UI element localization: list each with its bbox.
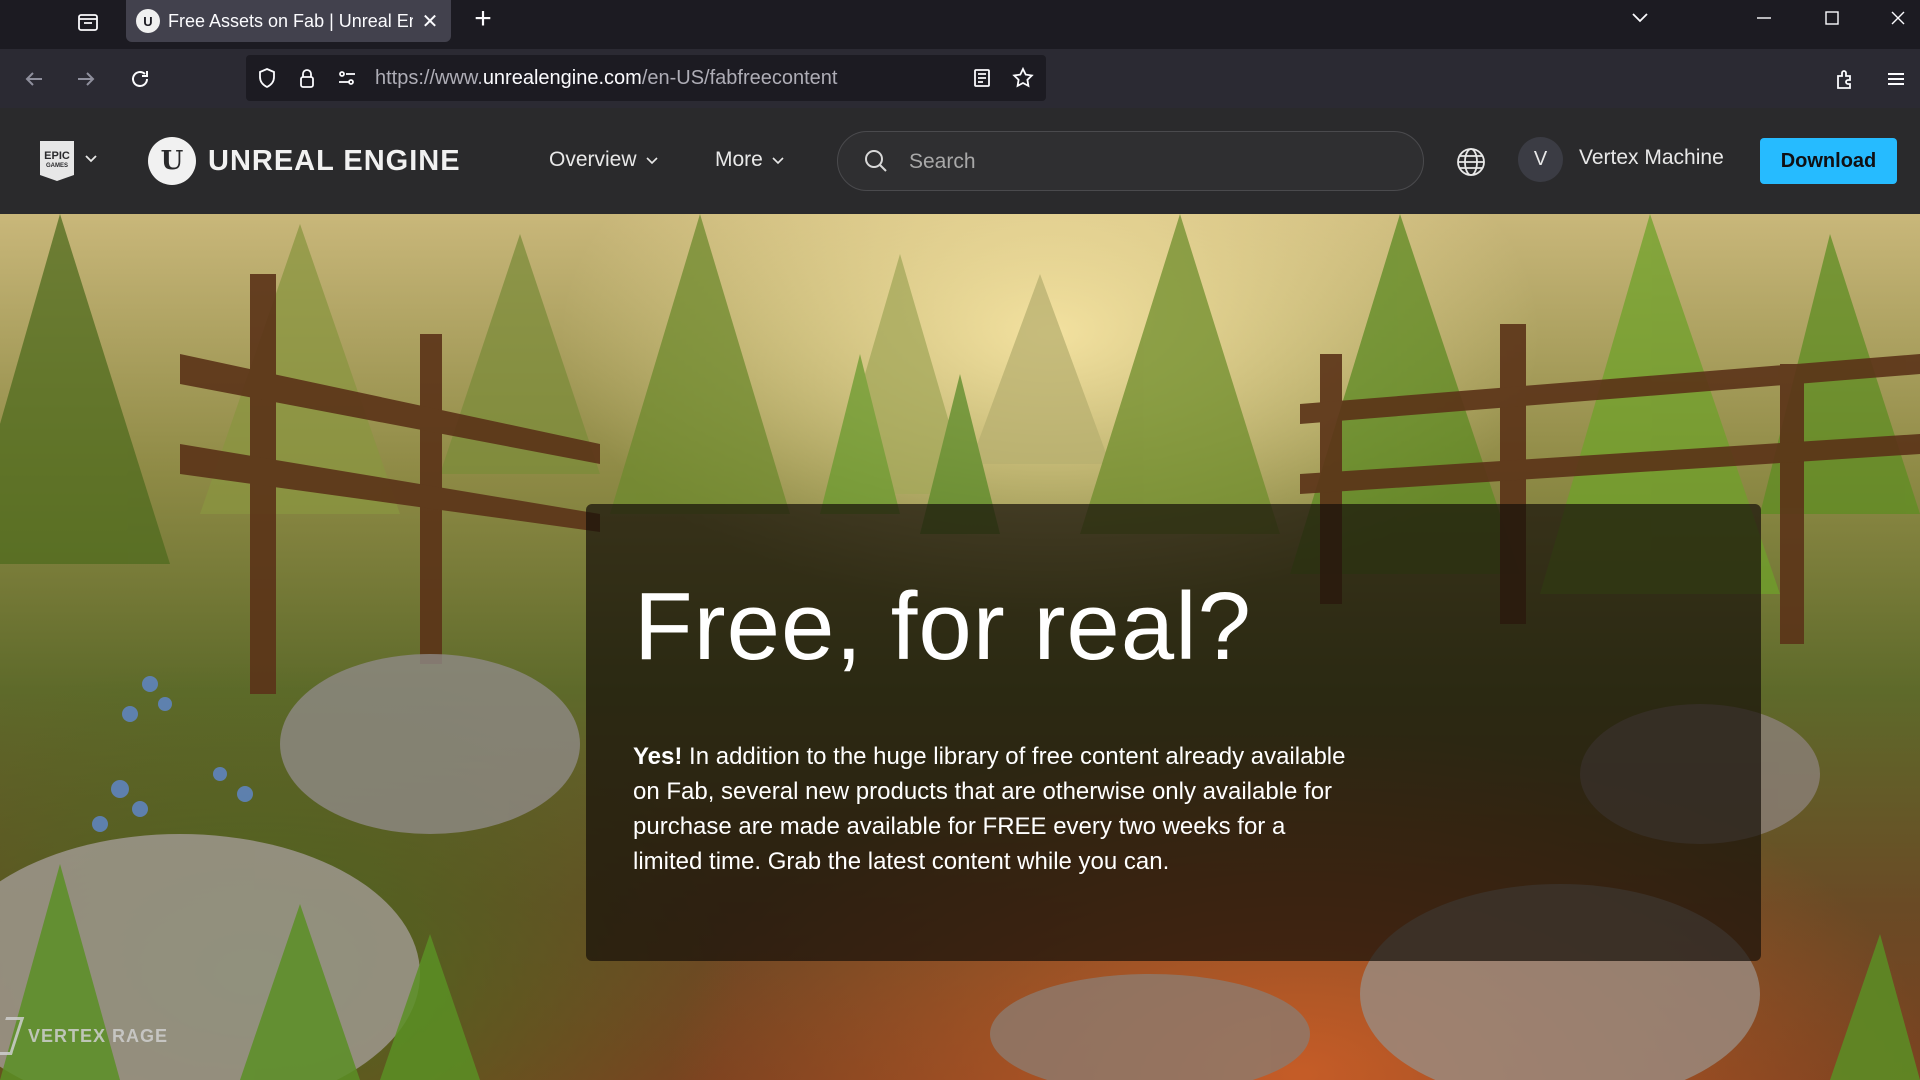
browser-tab-active[interactable]: U Free Assets on Fab | Unreal Engine ✕ [126,0,451,42]
hero-card: Free, for real? Yes! In addition to the … [586,504,1761,961]
site-header: EPIC GAMES U UNREAL ENGINE Overview More… [0,108,1920,214]
menu-more-label: More [715,148,763,171]
unreal-engine-logo[interactable]: U UNREAL ENGINE [148,137,461,185]
tab-title: Free Assets on Fab | Unreal Engine [168,10,413,31]
unreal-wordmark: UNREAL ENGINE [208,144,461,177]
forward-arrow-icon[interactable] [66,59,106,99]
epic-logo-line2: GAMES [45,163,68,169]
url-scheme: https://www. [375,67,483,89]
extensions-icon[interactable] [1825,59,1865,99]
new-tab-button[interactable]: + [465,2,501,38]
vertex-rage-watermark: VERTEX RAGE [0,1017,168,1055]
browser-nav-bar: https://www.unrealengine.com/en-US/fabfr… [0,49,1920,108]
unreal-engine-favicon-icon: U [136,9,160,33]
tab-close-icon[interactable]: ✕ [419,9,441,34]
hero-body-lead: Yes! [633,743,683,770]
hamburger-menu-icon[interactable] [1876,59,1916,99]
unreal-mark-icon: U [148,137,196,185]
menu-overview-label: Overview [549,148,637,171]
user-name[interactable]: Vertex Machine [1579,146,1724,170]
epic-logo-line1: EPIC [44,150,70,162]
url-host: unrealengine.com [482,67,642,89]
tab-list-icon[interactable] [70,4,106,40]
search-icon [865,150,887,172]
watermark-text: VERTEX RAGE [28,1025,169,1046]
site-search-input[interactable]: Search [837,131,1424,191]
menu-overview[interactable]: Overview [549,148,659,172]
back-arrow-icon[interactable] [14,59,54,99]
window-close-icon[interactable] [1870,0,1920,36]
globe-language-icon[interactable] [1455,146,1487,178]
search-placeholder: Search [909,150,976,173]
menu-more[interactable]: More [715,148,785,172]
permissions-icon[interactable] [333,64,361,92]
reload-icon[interactable] [120,59,160,99]
minimize-icon[interactable] [1736,0,1792,36]
hero-section: Free, for real? Yes! In addition to the … [0,214,1920,1080]
chevron-down-icon [645,157,658,165]
hero-body: Yes! In addition to the huge library of … [633,739,1353,879]
hero-body-text: In addition to the huge library of free … [633,743,1346,875]
lock-icon[interactable] [293,64,321,92]
bookmark-star-icon[interactable] [1009,64,1037,92]
vertex-rage-logo-icon [0,1017,25,1055]
maximize-icon[interactable] [1804,0,1860,36]
shield-icon[interactable] [253,64,281,92]
chevron-down-icon [772,157,784,165]
user-avatar[interactable]: V [1518,137,1563,182]
epic-menu-chevron-icon[interactable] [84,151,98,165]
reader-view-icon[interactable] [968,64,996,92]
epic-games-logo[interactable]: EPIC GAMES [40,141,74,181]
browser-tab-bar: U Free Assets on Fab | Unreal Engine ✕ + [0,0,1920,49]
address-bar[interactable]: https://www.unrealengine.com/en-US/fabfr… [246,55,1046,101]
tab-overflow-chevron-icon[interactable] [1612,0,1668,36]
url-path: /en-US/fabfreecontent [641,67,838,89]
hero-title: Free, for real? [634,573,1252,680]
url-text[interactable]: https://www.unrealengine.com/en-US/fabfr… [375,67,838,90]
download-button[interactable]: Download [1760,138,1897,184]
